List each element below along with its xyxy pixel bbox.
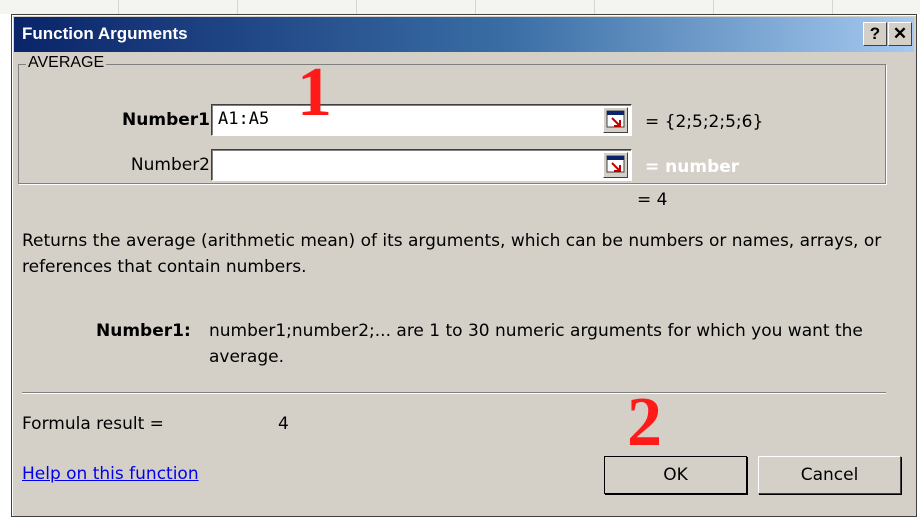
help-button[interactable]: ?	[863, 22, 887, 46]
number2-label: Number2	[130, 155, 210, 175]
ok-button[interactable]: OK	[604, 456, 747, 494]
step-annotation-2: 2	[627, 384, 662, 461]
argument-help: Number1: number1;number2;... are 1 to 30…	[96, 318, 886, 370]
formula-result-label: Formula result =	[22, 414, 164, 434]
argument-help-text: number1;number2;... are 1 to 30 numeric …	[209, 321, 863, 367]
result-preview: = 4	[637, 190, 668, 210]
collapse-dialog-icon	[606, 110, 625, 128]
number1-input[interactable]: A1:A5	[211, 104, 632, 136]
close-icon: ✕	[892, 24, 908, 43]
title-bar[interactable]: Function Arguments ? ✕	[14, 17, 914, 52]
separator	[22, 392, 886, 394]
number2-evaluated-value: = number	[645, 157, 740, 177]
function-name-legend: AVERAGE	[26, 54, 107, 72]
argument-help-name: Number1:	[96, 321, 191, 341]
spreadsheet-background	[0, 0, 920, 14]
number2-input[interactable]	[211, 149, 632, 181]
formula-result-value: 4	[278, 414, 289, 434]
help-on-function-link[interactable]: Help on this function	[22, 464, 199, 484]
cancel-button[interactable]: Cancel	[758, 456, 901, 494]
dialog-title: Function Arguments	[22, 24, 188, 43]
close-button[interactable]: ✕	[888, 22, 912, 46]
number1-evaluated-value: = {2;5;2;5;6}	[645, 112, 764, 132]
step-annotation-1: 1	[297, 54, 332, 131]
number1-label: Number1	[122, 110, 210, 130]
collapse-dialog-icon	[606, 155, 625, 173]
number2-collapse-button[interactable]	[603, 152, 628, 178]
number1-collapse-button[interactable]	[603, 107, 628, 133]
function-description: Returns the average (arithmetic mean) of…	[22, 231, 882, 277]
